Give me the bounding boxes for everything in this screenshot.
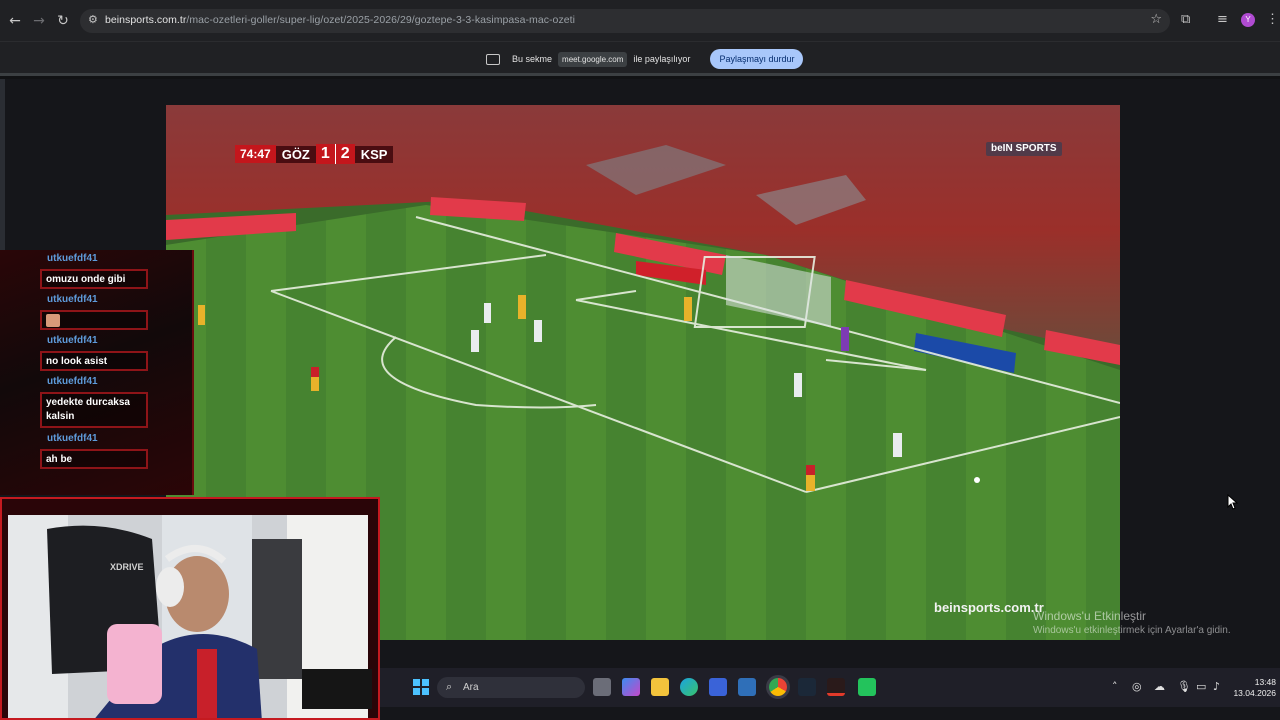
home-score: 1 [315,144,335,164]
copilot-icon[interactable] [622,678,640,696]
profile-avatar[interactable]: Y [1241,13,1255,27]
url-text[interactable]: beinsports.com.tr/mac-ozetleri-goller/su… [105,14,575,26]
chat-username: utkuefdf41 [47,433,98,444]
chat-username: utkuefdf41 [47,376,98,387]
away-team: KSP [354,145,394,163]
app-icon[interactable] [827,678,845,696]
channel-logo: beIN SPORTS [986,142,1062,156]
extensions-icon[interactable]: ⧉ [1181,12,1190,27]
stream-chat: utkuefdf41 omuzu onde gibi utkuefdf41 ut… [0,250,194,495]
volume-icon[interactable]: ♪ [1213,680,1220,693]
chat-message [40,310,148,330]
chat-message: no look asist [40,351,148,371]
share-prefix: Bu sekme [512,54,553,64]
scoreboard: 74:47 GÖZ 1 2 KSP [235,144,394,164]
network-icon[interactable]: ▭ [1196,680,1206,693]
taskbar-clock[interactable]: 13:48 13.04.2026 [1232,677,1276,699]
windows-start-icon[interactable] [413,679,429,695]
reload-icon[interactable]: ↻ [54,12,72,30]
browser-toolbar: ← → ↻ ⚙ beinsports.com.tr/mac-ozetleri-g… [0,0,1280,42]
chrome-icon[interactable] [769,678,787,696]
url-host: beinsports.com.tr [105,14,187,26]
chat-message: ah be [40,449,148,469]
away-score: 2 [334,144,355,164]
taskbar-search[interactable]: ⌕ Ara [437,677,585,698]
webcam-scene: XDRIVE [8,515,372,718]
page-left-strip [0,79,5,251]
mouse-cursor-icon [1227,494,1239,510]
chat-username: utkuefdf41 [47,335,98,346]
forward-arrow-icon[interactable]: → [30,12,48,30]
app-icon[interactable] [738,678,756,696]
tray-app-icon[interactable]: ◎ [1132,680,1142,693]
windows-activation-subtitle: Windows'u etkinleştirmek için Ayarlar'a … [1033,625,1231,636]
cloud-icon[interactable]: ☁ [1154,680,1165,693]
edge-icon[interactable] [680,678,698,696]
store-icon[interactable] [709,678,727,696]
match-clock: 74:47 [235,145,276,163]
chat-username: utkuefdf41 [47,294,98,305]
media-controls-icon[interactable]: ≡ [1217,12,1228,27]
share-domain: meet.google.com [558,51,628,67]
emote-icon [46,314,60,327]
windows-taskbar: ⌕ Ara ˄ ◎ ☁ 🎙 ▭ ♪ 13:48 13.04.2026 [380,668,1280,707]
url-path: /mac-ozetleri-goller/super-lig/ozet/2025… [186,14,575,26]
tray-overflow-icon[interactable]: ˄ [1112,680,1118,693]
address-bar[interactable]: ⚙ beinsports.com.tr/mac-ozetleri-goller/… [80,9,1170,33]
clock-time: 13:48 [1254,677,1276,687]
stop-sharing-button[interactable]: Paylaşmayı durdur [710,49,804,69]
back-arrow-icon[interactable]: ← [6,12,24,30]
bookmark-star-icon[interactable]: ☆ [1150,12,1162,27]
share-suffix: ile paylaşılıyor [633,54,691,64]
steam-icon[interactable] [798,678,816,696]
screen-share-icon [486,53,500,65]
home-team: GÖZ [275,145,316,163]
search-icon: ⌕ [446,680,453,693]
tab-sharing-bar: Bu sekme meet.google.com ile paylaşılıyo… [0,42,1280,76]
site-watermark: beinsports.com.tr [934,600,1044,615]
site-info-icon[interactable]: ⚙ [88,13,98,26]
chat-username: utkuefdf41 [47,253,98,264]
webcam-overlay: XDRIVE [0,497,380,720]
search-label: Ara [463,682,479,693]
more-menu-icon[interactable]: ⋮ [1266,11,1279,27]
chair-brand-text: XDRIVE [110,562,144,572]
file-explorer-icon[interactable] [651,678,669,696]
microphone-icon[interactable]: 🎙 [1177,680,1191,693]
chat-message: yedekte durcaksa kalsin [40,392,148,428]
windows-activation-title: Windows'u Etkinleştir [1033,609,1146,623]
chat-message: omuzu onde gibi [40,269,148,289]
task-view-icon[interactable] [593,678,611,696]
app-icon[interactable] [858,678,876,696]
clock-date: 13.04.2026 [1233,688,1276,698]
